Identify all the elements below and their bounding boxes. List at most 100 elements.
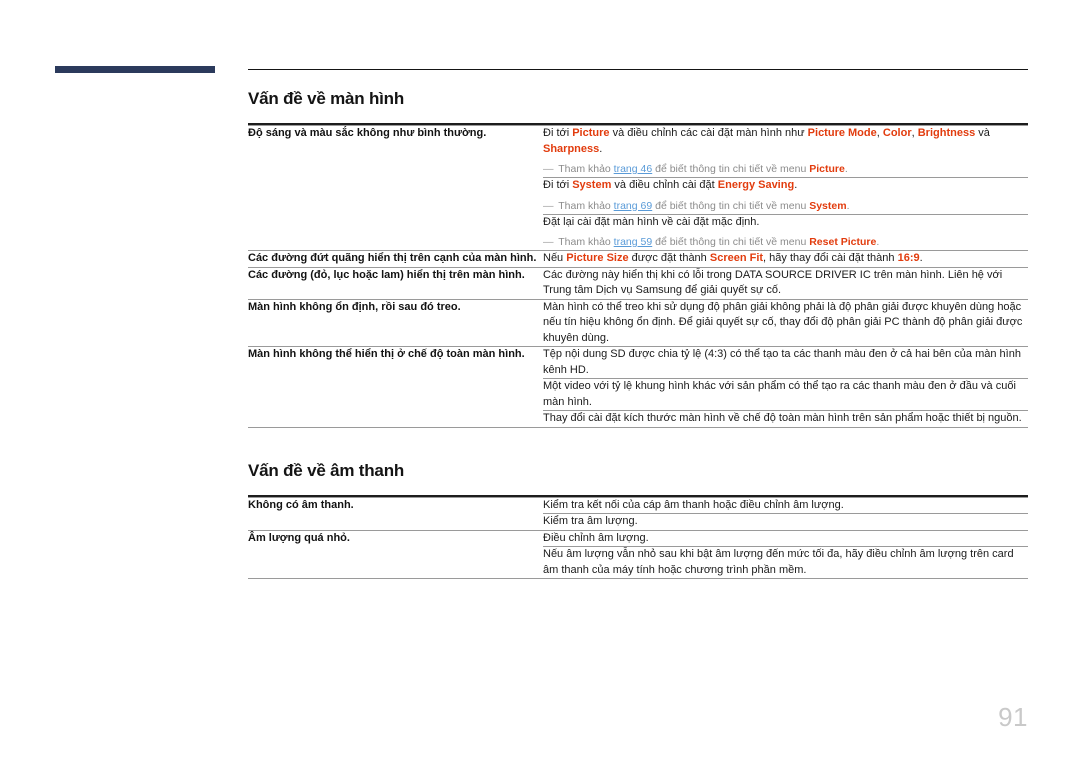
menu-term: Picture Size [566,252,629,264]
solution-text: Đặt lại cài đặt màn hình về cài đặt mặc … [543,215,1028,231]
text-run: , hãy thay đổi cài đặt thành [763,252,898,264]
table-bottom-border [248,578,1028,579]
page-reference-link[interactable]: trang 59 [614,236,653,248]
text-run: . [919,252,923,264]
sections-container: Vấn đề về màn hình Độ sáng và màu sắc khô… [248,88,1028,579]
solution-text: Đi tới Picture và điều chỉnh các cài đặt… [543,126,1028,157]
issue-solution: Màn hình có thể treo khi sử dụng độ phân… [543,298,1028,347]
note-dash-icon: ― [543,163,554,175]
text-run: Kiểm tra kết nối của cáp âm thanh hoặc đ… [543,498,844,511]
note-dash-icon: ― [543,199,554,212]
solution-text: Kiểm tra âm lượng. [543,514,1028,530]
text-run: và [975,127,990,139]
table-row: Các đường đứt quãng hiển thị trên cạnh c… [248,250,1028,267]
text-run: và điều chỉnh các cài đặt màn hình như [609,127,808,139]
text-run: Màn hình có thể treo khi sử dụng độ phân… [543,300,1023,344]
solution-text: Đi tới System và điều chỉnh cài đặt Ener… [543,178,1028,194]
text-run: để biết thông tin chi tiết về menu [652,163,810,175]
solution-text: Các đường này hiển thị khi có lỗi trong … [543,268,1028,299]
issue-solution: Kiểm tra kết nối của cáp âm thanh hoặc đ… [543,496,1028,514]
text-run: Nếu [543,252,567,264]
border-cell [543,426,1028,428]
issue-label: Màn hình không ổn định, rồi sau đó treo. [248,298,543,347]
text-run: Đi tới [543,179,573,191]
menu-term: 16:9 [897,252,920,264]
text-run: Tệp nội dung SD được chia tỷ lệ (4:3) có… [543,348,1021,376]
issue-label: Không có âm thanh. [248,496,543,530]
menu-term: System [572,179,612,191]
text-run: để biết thông tin chi tiết về menu [652,236,810,248]
text-run: Tham khảo [555,236,614,248]
issue-solution: Nếu Picture Size được đặt thành Screen F… [543,250,1028,267]
page-reference-link[interactable]: trang 46 [614,163,653,175]
text-run: Đi tới [543,127,573,139]
text-run: . [599,142,603,155]
solution-text: Một video với tỷ lệ khung hình khác với … [543,379,1028,410]
chapter-marker-bar [55,66,215,73]
note-dash-icon: ― [543,236,554,248]
table-row: Các đường (đỏ, lục hoặc lam) hiển thị tr… [248,266,1028,299]
text-run: được đặt thành [628,252,710,264]
issue-solution: Một video với tỷ lệ khung hình khác với … [543,378,1028,411]
issue-label: Các đường đứt quãng hiển thị trên cạnh c… [248,250,543,267]
solution-text: Nếu âm lượng vẫn nhỏ sau khi bật âm lượn… [543,547,1028,578]
menu-term: System [809,199,847,212]
issue-section: Vấn đề về âm thanh Không có âm thanh. Kiểm… [248,460,1028,579]
border-cell [248,578,543,579]
menu-term: Sharpness [543,142,600,155]
border-cell [248,426,543,428]
table-row: Không có âm thanh. Kiểm tra kết nối của c… [248,496,1028,530]
menu-term: Reset Picture [809,236,877,248]
header-rule [248,69,1028,70]
text-run: Một video với tỷ lệ khung hình khác với … [543,380,1016,408]
text-run: Tham khảo [555,163,614,175]
table-bottom-border [248,426,1028,428]
text-run: Thay đổi cài đặt kích thước màn hình về … [543,412,1022,424]
issue-solution: Điều chỉnh âm lượng. [543,529,1028,547]
reference-note: ― Tham khảo trang 46 để biết thông tin c… [543,162,1028,177]
issue-solution: Nếu âm lượng vẫn nhỏ sau khi bật âm lượn… [543,546,1028,579]
solution-text: Nếu Picture Size được đặt thành Screen F… [543,251,1028,267]
issue-table: Không có âm thanh. Kiểm tra kết nối của c… [248,494,1028,579]
issue-label: Độ sáng và màu sắc không như bình thường… [248,125,543,251]
issue-solution: Kiểm tra âm lượng. [543,513,1028,530]
solution-text: Tệp nội dung SD được chia tỷ lệ (4:3) có… [543,347,1028,378]
solution-text: Màn hình có thể treo khi sử dụng độ phân… [543,300,1028,347]
border-cell [543,578,1028,579]
text-run: . [876,236,880,248]
issue-label: Màn hình không thể hiển thị ở chế độ toà… [248,346,543,427]
menu-term: Screen Fit [709,252,764,264]
issue-table: Độ sáng và màu sắc không như bình thường… [248,123,1028,428]
text-run: và điều chỉnh cài đặt [611,179,718,191]
issue-solution: Tệp nội dung SD được chia tỷ lệ (4:3) có… [543,346,1028,379]
menu-term: Color [882,127,912,139]
text-run: . [794,179,798,191]
table-row: Màn hình không ổn định, rồi sau đó treo.… [248,298,1028,347]
menu-term: Picture [809,163,845,175]
solution-text: Điều chỉnh âm lượng. [543,531,1028,547]
reference-note: ― Tham khảo trang 59 để biết thông tin c… [543,235,1028,250]
issue-solution: Các đường này hiển thị khi có lỗi trong … [543,266,1028,299]
text-run: Điều chỉnh âm lượng. [543,531,649,544]
page-content: Vấn đề về màn hình Độ sáng và màu sắc khô… [248,88,1028,579]
text-run: Các đường này hiển thị khi có lỗi trong … [543,268,1003,297]
table-row: Âm lượng quá nhỏ. Điều chỉnh âm lượng. [248,529,1028,579]
issue-section: Vấn đề về màn hình Độ sáng và màu sắc khô… [248,88,1028,428]
page-number: 91 [998,702,1028,732]
menu-term: Picture Mode [807,127,877,139]
menu-term: Picture [572,127,610,139]
page-reference-link[interactable]: trang 69 [614,200,653,212]
menu-term: Energy Saving [717,179,795,191]
text-run: . [846,199,850,212]
issue-solution: Đi tới System và điều chỉnh cài đặt Ener… [543,177,1028,214]
issue-solution: Đi tới Picture và điều chỉnh các cài đặt… [543,125,1028,178]
text-run: . [844,163,848,175]
solution-text: Thay đổi cài đặt kích thước màn hình về … [543,411,1028,427]
text-run: để biết thông tin chi tiết về menu [652,199,810,212]
text-run: Tham khảo [555,199,614,212]
text-run: Kiểm tra âm lượng. [543,515,638,527]
issue-solution: Đặt lại cài đặt màn hình về cài đặt mặc … [543,213,1028,251]
table-row: Màn hình không thể hiển thị ở chế độ toà… [248,346,1028,427]
issue-label: Các đường (đỏ, lục hoặc lam) hiển thị tr… [248,266,543,299]
text-run: Nếu âm lượng vẫn nhỏ sau khi bật âm lượn… [543,548,1014,576]
